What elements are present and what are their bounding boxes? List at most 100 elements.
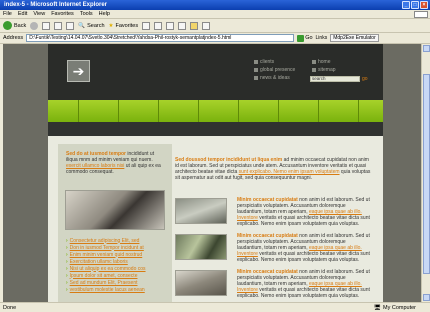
sidebar-link[interactable]: › Exercitation ullamc laboris: [66, 258, 170, 265]
site-header: ➔ clients global presence news & ideas h…: [48, 44, 383, 100]
home-icon[interactable]: [66, 21, 75, 30]
go-arrow-icon: [297, 34, 305, 42]
left-sidebar: Sed do at iusmod tempor incididunt ut il…: [58, 144, 172, 302]
team-photo: [65, 190, 165, 230]
close-button[interactable]: ×: [420, 1, 428, 9]
search-icon: 🔍: [78, 22, 86, 29]
mail-icon[interactable]: [154, 21, 163, 30]
menu-bar: File Edit View Favorites Tools Help: [0, 10, 430, 19]
news-body-tail: veritatis et quasi architecto beatae vit…: [237, 215, 370, 227]
green-nav-bar: [48, 100, 383, 122]
scroll-up-icon[interactable]: [423, 45, 430, 52]
links-area: Links Mdp2Exe Emulator: [316, 34, 379, 42]
nav-home[interactable]: home: [312, 59, 331, 65]
folder-icon[interactable]: [190, 21, 199, 30]
news-item: Minim occaecat cupidatat non anim id est…: [175, 269, 372, 299]
toolbar: Back 🔍 Search ★ Favorites: [0, 19, 430, 33]
menu-view[interactable]: View: [33, 11, 45, 17]
square-bullet-icon: [254, 60, 258, 64]
scroll-down-icon[interactable]: [423, 294, 430, 301]
site-search-input[interactable]: search: [310, 76, 360, 82]
favorites-button[interactable]: ★ Favorites: [109, 23, 139, 29]
arrow-bullet-icon: ›: [66, 244, 68, 251]
messenger-icon[interactable]: [202, 21, 211, 30]
menu-help[interactable]: Help: [99, 11, 110, 17]
nav-sitemap[interactable]: sitemap: [312, 67, 336, 73]
news-thumbnail[interactable]: [175, 234, 227, 260]
menu-file[interactable]: File: [3, 11, 12, 17]
sidebar-link[interactable]: › Nisi ut aliquip ex ea commodo cos: [66, 265, 170, 272]
nav-clients[interactable]: clients: [254, 59, 274, 65]
nav-divider: [318, 100, 319, 122]
back-button[interactable]: Back: [3, 21, 26, 30]
sidebar-link[interactable]: › vestibulum molestie lacus aenean: [66, 286, 170, 293]
menu-favorites[interactable]: Favorites: [51, 11, 74, 17]
address-input[interactable]: D:\Funtik\Testing\14.04.07\Svetlo.304\St…: [26, 34, 295, 42]
search-label: Search: [87, 22, 105, 29]
dark-strip: [48, 122, 383, 136]
sitemap-icon: [312, 68, 316, 72]
sidebar-link[interactable]: › Consectetur adipiscing Elit, sed: [66, 237, 170, 244]
nav-global-presence[interactable]: global presence: [254, 67, 295, 73]
nav-news-ideas[interactable]: news & ideas: [254, 75, 290, 81]
arrow-bullet-icon: ›: [66, 272, 68, 279]
print-icon[interactable]: [166, 21, 175, 30]
address-bar: Address D:\Funtik\Testing\14.04.07\Svetl…: [0, 33, 430, 44]
scroll-thumb[interactable]: [423, 74, 430, 274]
menu-edit[interactable]: Edit: [18, 11, 27, 17]
sidebar-link-label: Nisi ut aliquip ex ea commodo cos: [69, 265, 146, 272]
computer-icon: 🖥: [374, 304, 381, 311]
history-icon[interactable]: [142, 21, 151, 30]
windows-logo-icon: [414, 11, 428, 18]
go-button[interactable]: Go: [297, 34, 313, 42]
status-text: Done: [3, 304, 17, 311]
website: ➔ clients global presence news & ideas h…: [48, 44, 383, 302]
sidebar-links: › Consectetur adipiscing Elit, sed › Don i…: [66, 237, 170, 293]
status-bar: Done 🖥 My Computer: [0, 302, 430, 312]
sidebar-link[interactable]: › Enim minim veniam quid nostrud: [66, 251, 170, 258]
sidebar-link-label: Don in iusmod Tempor incidunt at: [69, 244, 144, 251]
sidebar-link[interactable]: › Sed ad mundum Elit, Praesent: [66, 279, 170, 286]
menu-tools[interactable]: Tools: [80, 11, 93, 17]
news-text: Minim occaecat cupidatat non anim id est…: [237, 269, 372, 299]
nav-news-ideas-label: news & ideas: [260, 75, 290, 81]
vertical-scrollbar[interactable]: [421, 44, 430, 302]
window-titlebar: index-5 - Microsoft Internet Explorer _ …: [0, 0, 430, 10]
maximize-button[interactable]: □: [411, 1, 419, 9]
edit-icon[interactable]: [178, 21, 187, 30]
arrow-bullet-icon: ›: [66, 251, 68, 258]
search-button[interactable]: 🔍 Search: [78, 23, 104, 29]
mdp2exe-button[interactable]: Mdp2Exe Emulator: [330, 34, 379, 42]
stop-icon[interactable]: [42, 21, 51, 30]
nav-global-presence-label: global presence: [260, 67, 296, 73]
nav-home-label: home: [318, 59, 331, 65]
refresh-icon[interactable]: [54, 21, 63, 30]
links-label[interactable]: Links: [316, 35, 328, 41]
nav-divider: [358, 100, 359, 122]
nav-divider: [78, 100, 79, 122]
logo-arrow-icon[interactable]: ➔: [67, 60, 90, 82]
news-thumbnail[interactable]: [175, 270, 227, 296]
forward-button[interactable]: [30, 21, 39, 30]
news-thumbnail[interactable]: [175, 198, 227, 224]
sidebar-link[interactable]: › Ipsum dolor sit amet, consecte: [66, 272, 170, 279]
nav-divider: [238, 100, 239, 122]
sidebar-link[interactable]: › Don in iusmod Tempor incidunt at: [66, 244, 170, 251]
address-label: Address: [3, 35, 24, 41]
news-item: Minim occaecat cupidatat non anim id est…: [175, 197, 372, 227]
minimize-button[interactable]: _: [402, 1, 410, 9]
home-icon: [312, 60, 316, 64]
news-text: Minim occaecat cupidatat non anim id est…: [237, 197, 372, 227]
content-intro: Sed doussod tempor incididunt ut liqua e…: [175, 157, 372, 181]
back-label: Back: [14, 22, 27, 29]
window-controls: _ □ ×: [402, 1, 428, 9]
site-search-go[interactable]: go: [362, 76, 368, 82]
nav-clients-label: clients: [260, 59, 275, 65]
nav-divider: [198, 100, 199, 122]
sidebar-link-label: Enim minim veniam quid nostrud: [69, 251, 143, 258]
favorites-label: Favorites: [115, 22, 139, 29]
news-item: Minim occaecat cupidatat non anim id est…: [175, 233, 372, 263]
zone-label: My Computer: [382, 304, 416, 311]
security-zone: 🖥 My Computer: [374, 305, 430, 311]
sidebar-link-label: Exercitation ullamc laboris: [69, 258, 128, 265]
